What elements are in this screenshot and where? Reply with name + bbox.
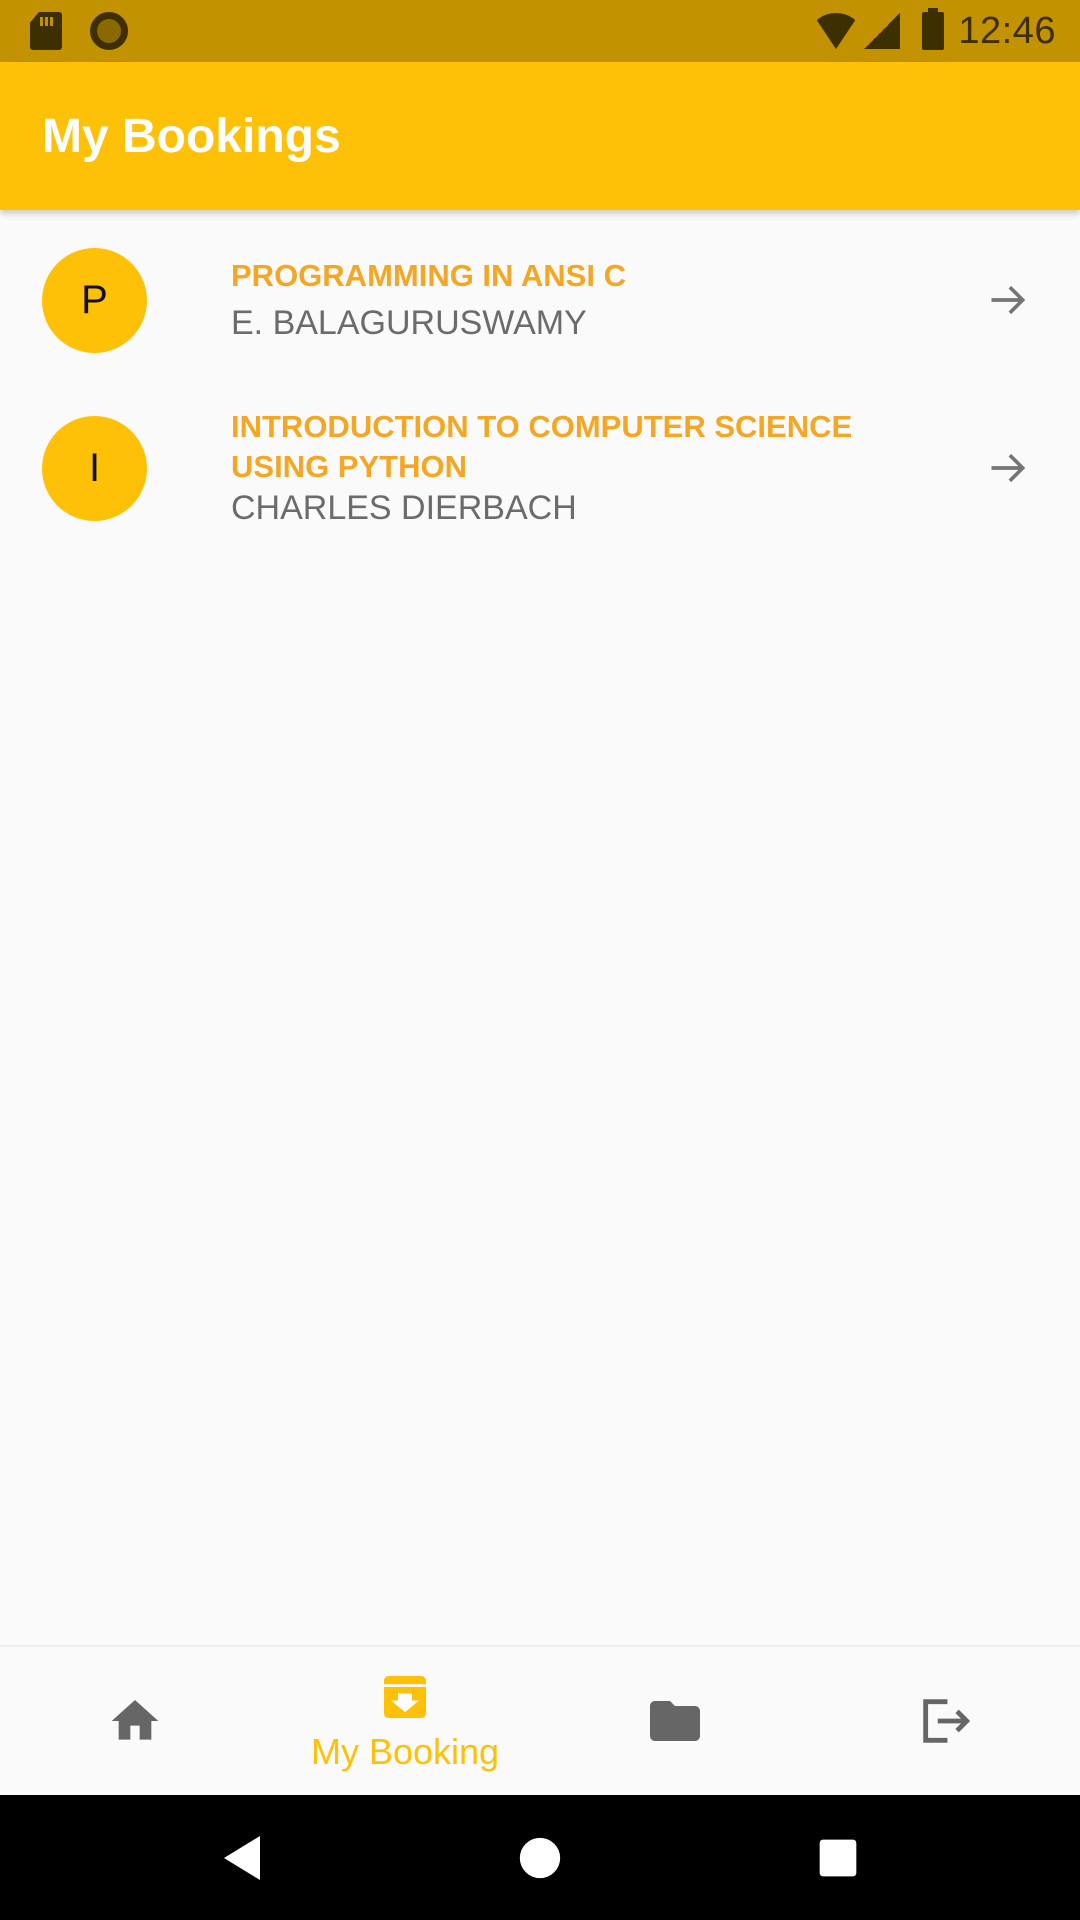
home-icon [111,1700,159,1740]
book-title: PROGRAMMING IN ANSI C [231,258,626,293]
folder-icon [650,1701,700,1741]
recents-button[interactable] [806,1826,870,1890]
status-clock: 12:46 [958,9,1056,52]
arrow-right-icon[interactable] [986,278,1030,322]
nav-my-booking[interactable]: My Booking [270,1647,540,1795]
nav-folder[interactable] [540,1647,810,1795]
list-item[interactable]: I INTRODUCTION TO COMPUTER SCIENCE USING… [0,380,1080,570]
avatar: P [42,247,147,353]
arrow-right-icon[interactable] [986,446,1030,490]
list-item-text: INTRODUCTION TO COMPUTER SCIENCE USING P… [231,407,1038,529]
logout-icon [923,1699,971,1743]
sync-circle-icon [90,12,128,50]
status-right-icons: 12:46 [812,8,1056,53]
bookings-list: P PROGRAMMING IN ANSI C E. BALAGURUSWAMY… [0,210,1080,570]
home-button[interactable] [508,1826,572,1890]
page-title: My Bookings [42,109,341,163]
status-left-icons [30,12,128,50]
avatar-letter: P [81,277,108,322]
nav-label: My Booking [310,1731,500,1772]
book-author: CHARLES DIERBACH [231,489,577,527]
list-item[interactable]: P PROGRAMMING IN ANSI C E. BALAGURUSWAMY [0,210,1080,380]
list-item-text: PROGRAMMING IN ANSI C E. BALAGURUSWAMY [231,256,1038,344]
book-title: INTRODUCTION TO COMPUTER SCIENCE USING P… [231,409,853,484]
status-bar: 12:46 [0,0,1080,62]
back-button[interactable] [210,1826,274,1890]
bottom-navigation: My Booking [0,1645,1080,1795]
archive-download-icon [384,1676,426,1718]
battery-icon [922,8,945,50]
wifi-icon [812,13,861,49]
nav-home[interactable] [0,1647,270,1795]
book-author: E. BALAGURUSWAMY [231,304,587,342]
system-navigation-bar [0,1795,1080,1920]
nav-logout[interactable] [810,1647,1080,1795]
back-triangle-icon [224,1835,260,1880]
avatar-letter: I [88,445,101,490]
app-bar: My Bookings [0,62,1080,210]
home-circle-icon [519,1837,561,1878]
cell-signal-icon [864,13,901,49]
sd-card-icon [30,12,62,50]
avatar: I [42,415,147,521]
recents-square-icon [819,1839,857,1876]
